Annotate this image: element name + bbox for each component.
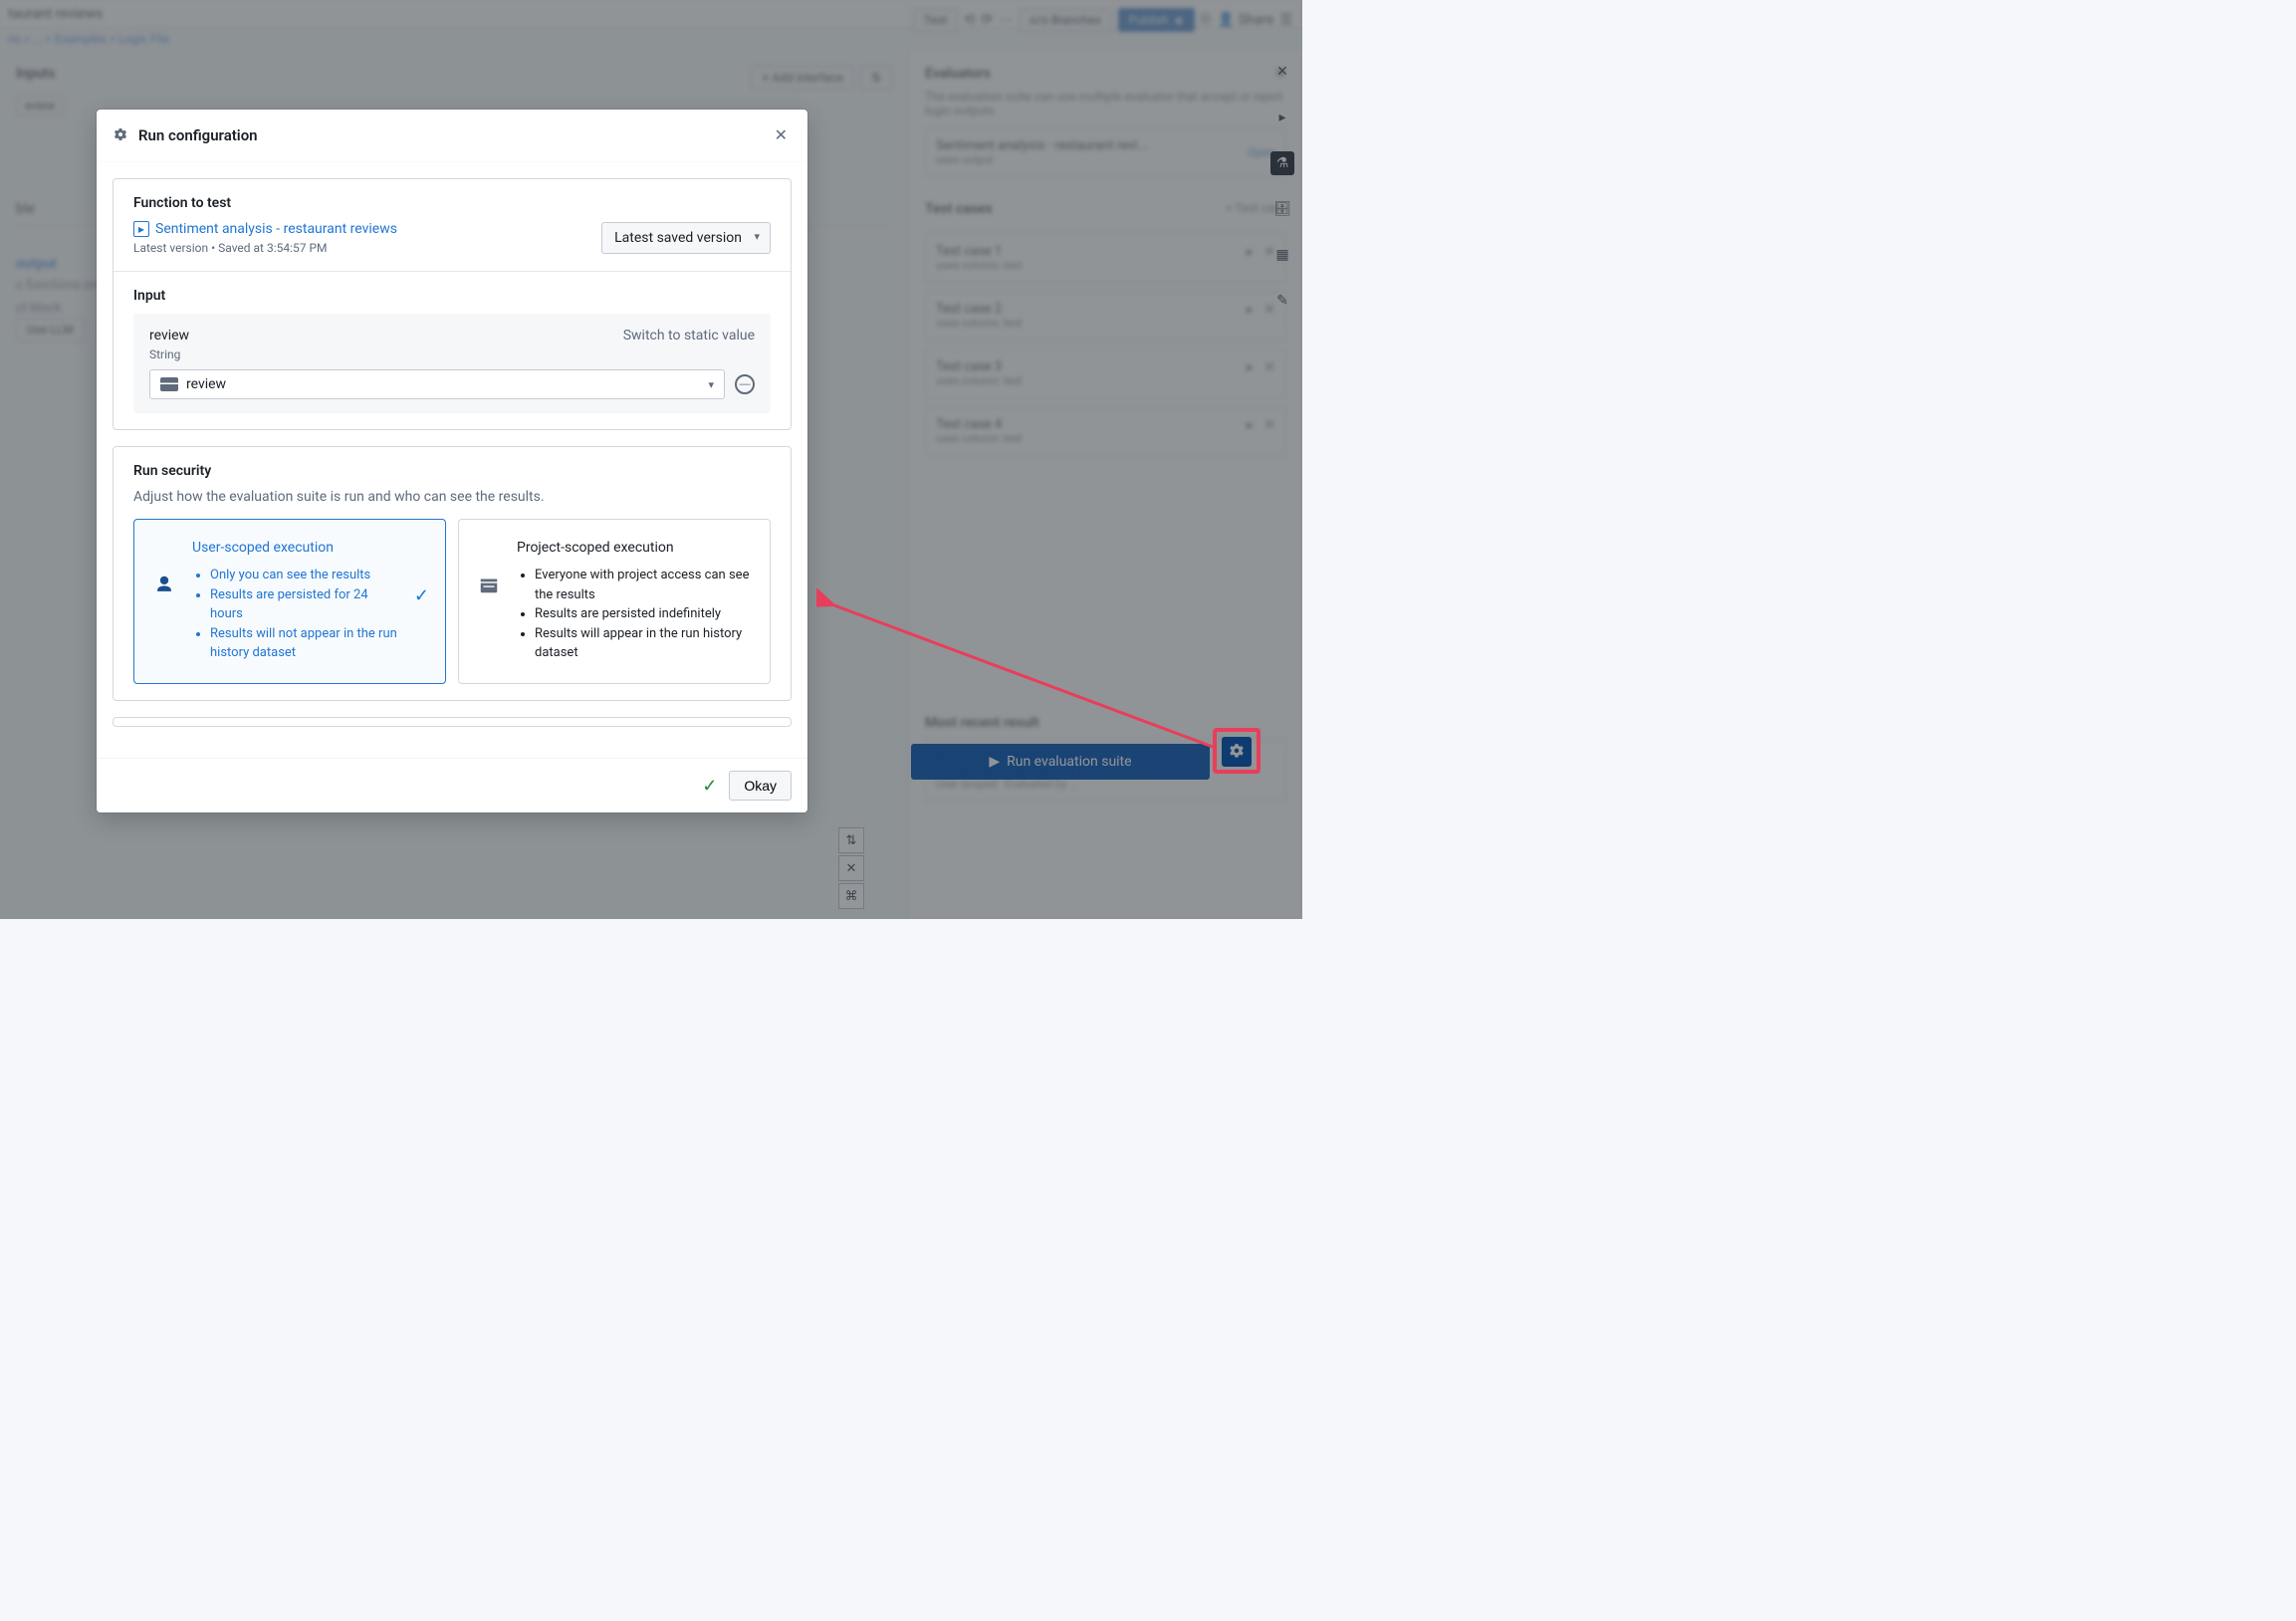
function-icon: ▶ [133, 221, 149, 237]
remove-input-button[interactable]: — [735, 374, 755, 394]
version-dropdown[interactable]: Latest saved version [601, 222, 771, 254]
list-item: Only you can see the results [210, 566, 400, 585]
function-link[interactable]: ▶ Sentiment analysis - restaurant review… [133, 221, 397, 237]
project-icon [475, 540, 503, 595]
user-scoped-title: User-scoped execution [192, 540, 400, 556]
user-scoped-list: Only you can see the resultsResults are … [192, 566, 400, 663]
list-item: Everyone with project access can see the… [535, 566, 754, 604]
modal-title: Run configuration [138, 126, 761, 144]
run-configuration-modal: Run configuration ✕ Function to test ▶ S… [97, 110, 807, 812]
input-name: review [149, 328, 189, 344]
table-icon [160, 377, 178, 391]
function-meta: Latest version • Saved at 3:54:57 PM [133, 241, 397, 255]
list-item: Results will not appear in the run histo… [210, 624, 400, 663]
modal-header: Run configuration ✕ [97, 110, 807, 162]
modal-footer: ✓ Okay [97, 759, 807, 812]
list-item: Results are persisted for 24 hours [210, 585, 400, 624]
project-scoped-option[interactable]: Project-scoped execution Everyone with p… [458, 519, 771, 684]
check-icon: ✓ [414, 540, 429, 606]
function-card: Function to test ▶ Sentiment analysis - … [113, 178, 792, 430]
okay-button[interactable]: Okay [729, 771, 792, 801]
close-button[interactable]: ✕ [771, 121, 792, 149]
security-description: Adjust how the evaluation suite is run a… [133, 489, 771, 505]
function-label: Function to test [133, 195, 771, 211]
list-item: Results will appear in the run history d… [535, 624, 754, 663]
user-icon [150, 540, 178, 595]
project-scoped-list: Everyone with project access can see the… [517, 566, 754, 663]
input-type: String [149, 347, 755, 361]
gear-icon [113, 127, 128, 143]
input-box: review Switch to static value String rev… [133, 314, 771, 413]
input-label: Input [133, 288, 771, 304]
user-scoped-option[interactable]: User-scoped execution Only you can see t… [133, 519, 446, 684]
next-card-peek [113, 717, 792, 727]
success-check-icon: ✓ [702, 776, 717, 797]
security-card: Run security Adjust how the evaluation s… [113, 446, 792, 701]
list-item: Results are persisted indefinitely [535, 604, 754, 624]
switch-to-static-link[interactable]: Switch to static value [623, 328, 755, 344]
modal-body: Function to test ▶ Sentiment analysis - … [97, 162, 807, 759]
annotation-highlight-box [1213, 728, 1261, 774]
input-column-select[interactable]: review [149, 369, 725, 399]
project-scoped-title: Project-scoped execution [517, 540, 754, 556]
security-label: Run security [133, 463, 771, 479]
